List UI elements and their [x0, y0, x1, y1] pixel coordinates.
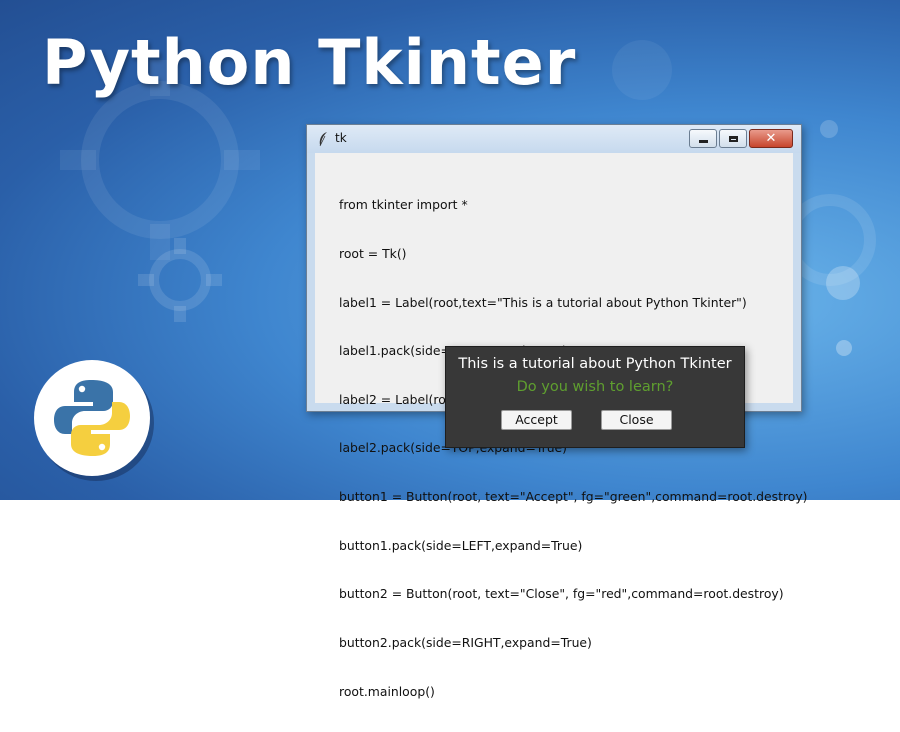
- gear-decoration-icon: [138, 238, 222, 322]
- python-logo: [34, 360, 150, 476]
- close-output-button[interactable]: Close: [601, 410, 672, 430]
- bubble-decoration: [820, 120, 838, 138]
- maximize-icon: [728, 135, 738, 142]
- accept-button[interactable]: Accept: [501, 410, 572, 430]
- code-line: root.mainloop(): [339, 683, 435, 699]
- minimize-button[interactable]: [689, 129, 717, 148]
- tkinter-output-window: This is a tutorial about Python Tkinter …: [445, 346, 745, 448]
- code-line: from tkinter import *: [339, 197, 468, 213]
- code-line: button2.pack(side=RIGHT,expand=True): [339, 634, 592, 650]
- output-label-question: Do you wish to learn?: [516, 379, 674, 395]
- code-line: button1 = Button(root, text="Accept", fg…: [339, 489, 808, 505]
- maximize-button[interactable]: [719, 129, 747, 148]
- banner-headline: Python Tkinter: [42, 26, 577, 99]
- code-line: button1.pack(side=LEFT,expand=True): [339, 537, 583, 553]
- output-label-tutorial: This is a tutorial about Python Tkinter: [458, 356, 732, 372]
- code-block: from tkinter import * root = Tk() label1…: [339, 165, 808, 732]
- feather-icon: [319, 132, 327, 147]
- code-line: button2 = Button(root, text="Close", fg=…: [339, 586, 784, 602]
- bubble-decoration: [836, 340, 852, 356]
- window-controls: ✕: [687, 129, 793, 148]
- python-logo-icon: [54, 380, 130, 456]
- minimize-icon: [698, 139, 708, 143]
- code-line: label1 = Label(root,text="This is a tuto…: [339, 294, 747, 310]
- code-line: root = Tk(): [339, 246, 407, 262]
- window-title: tk: [335, 131, 347, 145]
- close-icon: ✕: [765, 131, 777, 146]
- close-button[interactable]: ✕: [749, 129, 793, 148]
- bubble-decoration: [826, 266, 860, 300]
- window-titlebar[interactable]: tk ✕: [307, 125, 801, 153]
- bubble-decoration: [612, 40, 672, 100]
